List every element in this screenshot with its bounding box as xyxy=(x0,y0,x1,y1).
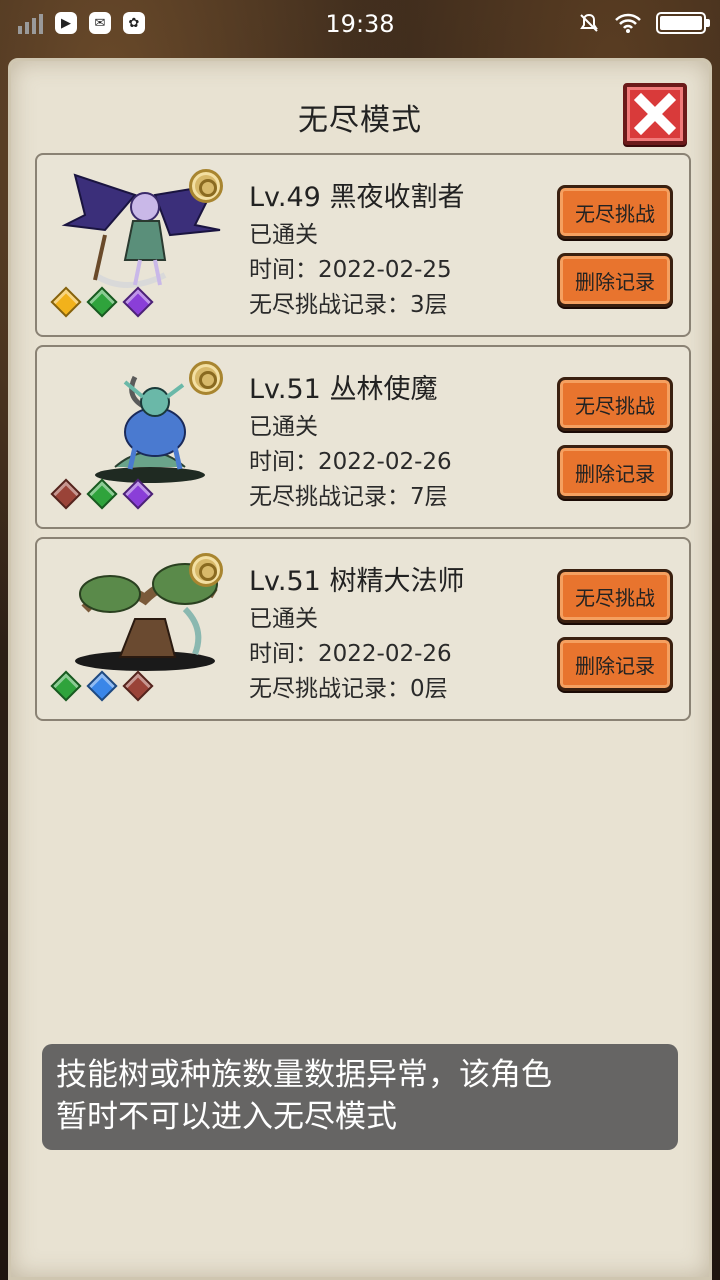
battery-icon xyxy=(656,12,710,34)
gem-icon xyxy=(86,478,118,510)
character-name: Lv.51 树精大法师 xyxy=(249,566,465,597)
delete-record-button[interactable]: 删除记录 xyxy=(557,253,673,307)
endless-record: 无尽挑战记录：3层 xyxy=(249,292,448,318)
mute-icon xyxy=(580,13,598,32)
magnifier-icon[interactable] xyxy=(189,169,223,203)
error-toast: 技能树或种族数量数据异常，该角色 暂时不可以进入无尽模式 xyxy=(42,1044,678,1150)
gem-icon xyxy=(86,286,118,318)
wifi-icon xyxy=(615,13,641,33)
gem-icon xyxy=(86,670,118,702)
record-card: Lv.51 丛林使魔 已通关 时间：2022-02-26 无尽挑战记录：7层 无… xyxy=(35,345,691,529)
endless-record: 无尽挑战记录：0层 xyxy=(249,676,448,702)
endless-challenge-button[interactable]: 无尽挑战 xyxy=(557,377,673,431)
record-date: 时间：2022-02-26 xyxy=(249,449,452,475)
clear-status: 已通关 xyxy=(249,222,318,248)
clear-status: 已通关 xyxy=(249,606,318,632)
record-date: 时间：2022-02-26 xyxy=(249,641,452,667)
magnifier-icon[interactable] xyxy=(189,553,223,587)
endless-record: 无尽挑战记录：7层 xyxy=(249,484,448,510)
delete-record-button[interactable]: 删除记录 xyxy=(557,637,673,691)
magnifier-icon[interactable] xyxy=(189,361,223,395)
endless-challenge-button[interactable]: 无尽挑战 xyxy=(557,569,673,623)
record-card: Lv.49 黑夜收割者 已通关 时间：2022-02-25 无尽挑战记录：3层 … xyxy=(35,153,691,337)
gem-icon xyxy=(122,478,154,510)
gem-icon xyxy=(122,670,154,702)
gem-icon xyxy=(122,286,154,318)
toast-line: 技能树或种族数量数据异常，该角色 xyxy=(56,1057,552,1093)
toast-line: 暂时不可以进入无尽模式 xyxy=(56,1099,397,1135)
panel-title: 无尽模式 xyxy=(298,103,422,138)
gem-icon xyxy=(50,286,82,318)
close-icon xyxy=(633,92,677,136)
gem-icon xyxy=(50,478,82,510)
delete-record-button[interactable]: 删除记录 xyxy=(557,445,673,499)
endless-challenge-button[interactable]: 无尽挑战 xyxy=(557,185,673,239)
gem-icon xyxy=(50,670,82,702)
close-button[interactable] xyxy=(623,83,687,145)
clear-status: 已通关 xyxy=(249,414,318,440)
character-name: Lv.51 丛林使魔 xyxy=(249,374,438,405)
status-bar: ▶ ✉ ✿ 19:38 xyxy=(0,0,720,50)
character-name: Lv.49 黑夜收割者 xyxy=(249,182,465,213)
record-card: Lv.51 树精大法师 已通关 时间：2022-02-26 无尽挑战记录：0层 … xyxy=(35,537,691,721)
record-date: 时间：2022-02-25 xyxy=(249,257,452,283)
